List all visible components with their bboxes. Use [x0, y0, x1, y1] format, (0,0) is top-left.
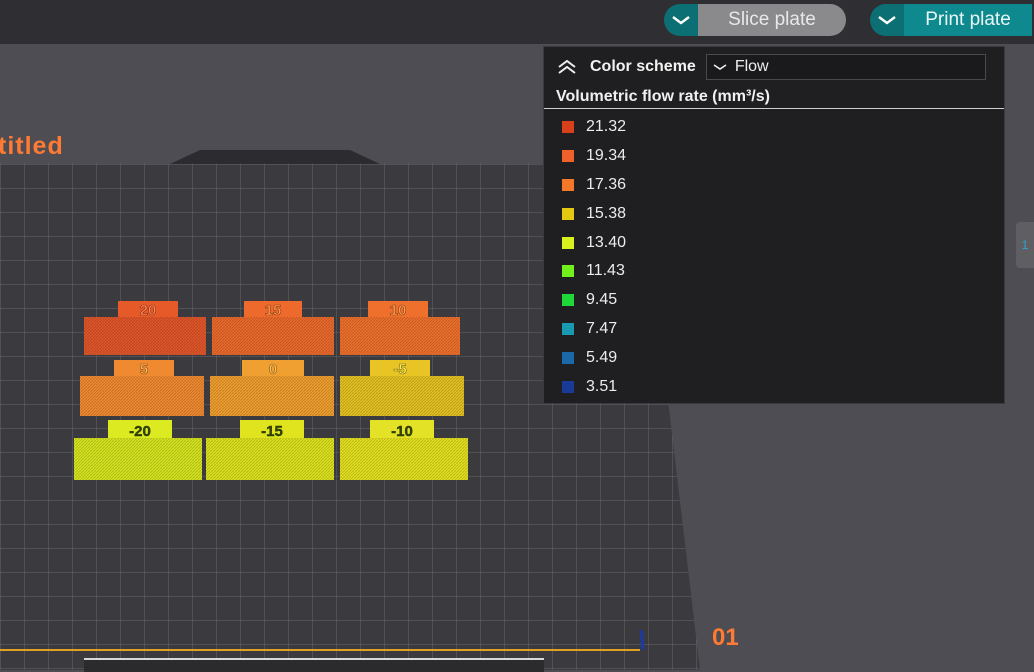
slice-options-chevron-icon[interactable] — [664, 4, 698, 36]
sample-label-10: 10 — [390, 302, 407, 319]
legend-value: 5.49 — [586, 348, 618, 366]
legend-item: 5.49 — [544, 343, 1004, 372]
color-scheme-dropdown[interactable]: Flow — [705, 54, 986, 80]
print-plate-split-button[interactable]: Print plate — [870, 4, 1032, 36]
sample-label-minus-20: -20 — [129, 423, 151, 440]
legend-value: 17.36 — [586, 175, 627, 193]
legend-swatch — [562, 178, 574, 191]
legend-value: 13.40 — [586, 233, 627, 251]
legend-value: 19.34 — [586, 147, 627, 165]
slice-plate-button[interactable]: Slice plate — [698, 4, 846, 36]
sample-label-20: 20 — [140, 302, 157, 319]
color-scheme-label: Color scheme — [590, 58, 696, 75]
legend-swatch — [562, 294, 574, 307]
color-scheme-selected-value: Flow — [734, 58, 769, 75]
legend-swatch — [562, 150, 574, 163]
legend-value: 9.45 — [586, 291, 618, 309]
legend-swatch — [562, 265, 574, 278]
layer-slider-tab[interactable]: 1 — [1016, 222, 1034, 268]
legend-value: 21.32 — [586, 118, 627, 136]
collapse-legend-icon[interactable] — [556, 57, 582, 77]
legend-swatch — [562, 236, 574, 249]
sample-label-minus-15: -15 — [261, 423, 283, 440]
legend-item: 7.47 — [544, 315, 1004, 344]
sample-label-minus-10: -10 — [391, 423, 413, 440]
color-scheme-legend-panel: Color scheme Flow Volumetric flow rate (… — [543, 46, 1005, 404]
plate-name-label: titled — [0, 132, 64, 160]
sample-label-0: 0 — [269, 361, 277, 378]
legend-item: 3.51 — [544, 372, 1004, 401]
print-plate-button[interactable]: Print plate — [904, 4, 1032, 36]
legend-item: 15.38 — [544, 199, 1004, 228]
legend-item: 17.36 — [544, 171, 1004, 200]
legend-item: 9.45 — [544, 286, 1004, 315]
sample-label-minus-5: -5 — [393, 361, 406, 378]
legend-list: 21.32 19.34 17.36 15.38 13.40 11.43 9.45… — [544, 109, 1004, 401]
print-options-chevron-icon[interactable] — [870, 4, 904, 36]
legend-item: 13.40 — [544, 228, 1004, 257]
chevron-down-icon — [713, 64, 727, 70]
legend-value: 15.38 — [586, 204, 627, 222]
legend-value: 7.47 — [586, 319, 618, 337]
legend-item: 19.34 — [544, 142, 1004, 171]
sample-label-15: 15 — [265, 302, 282, 319]
legend-swatch — [562, 380, 574, 393]
legend-value: 3.51 — [586, 377, 618, 395]
legend-swatch — [562, 207, 574, 220]
legend-item: 11.43 — [544, 257, 1004, 286]
slice-plate-split-button[interactable]: Slice plate — [664, 4, 846, 36]
plate-number-label: 01 — [712, 624, 739, 651]
legend-swatch — [562, 322, 574, 335]
legend-value: 11.43 — [586, 262, 625, 280]
legend-swatch — [562, 121, 574, 134]
legend-item: 21.32 — [544, 113, 1004, 142]
sample-label-5: 5 — [140, 361, 148, 378]
legend-swatch — [562, 351, 574, 364]
legend-header: Color scheme Flow — [544, 47, 1004, 87]
top-toolbar: Slice plate Print plate — [0, 0, 1034, 44]
legend-subtitle: Volumetric flow rate (mm³/s) — [544, 87, 1004, 109]
